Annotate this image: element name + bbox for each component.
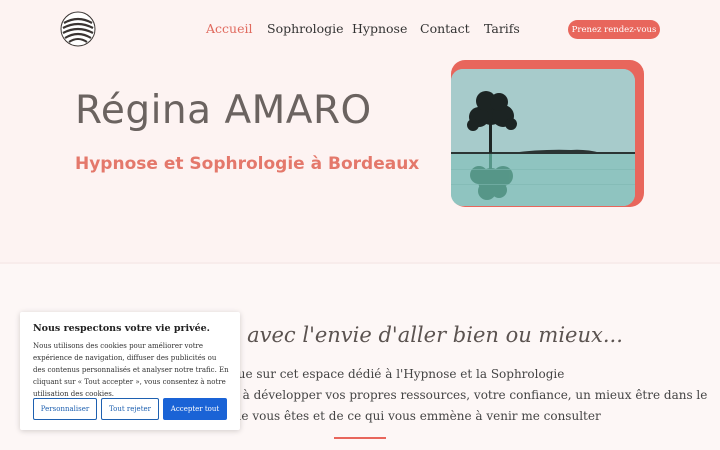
hero-title: Régina AMARO	[75, 88, 372, 133]
hero-image-tree	[451, 69, 635, 206]
intro-line-2: er à développer vos propres ressources, …	[226, 388, 708, 402]
cookie-consent-banner: Nous respectons votre vie privée. Nous u…	[20, 312, 240, 430]
cookie-buttons: Personnaliser Tout rejeter Accepter tout	[33, 398, 227, 420]
section-divider	[0, 262, 720, 264]
accept-all-button[interactable]: Accepter tout	[163, 398, 227, 420]
nav-item-accueil[interactable]: Accueil	[206, 21, 252, 36]
intro-line-3: que vous êtes et de ce qui vous emmène à…	[226, 409, 601, 423]
site-header: Accueil Sophrologie Hypnose Contact Tari…	[0, 0, 720, 58]
customize-button[interactable]: Personnaliser	[33, 398, 97, 420]
cookie-description: Nous utilisons des cookies pour améliore…	[33, 342, 229, 398]
nav-item-tarifs[interactable]: Tarifs	[484, 21, 520, 36]
logo-icon[interactable]	[60, 11, 96, 47]
accent-divider	[334, 437, 386, 439]
nav-item-sophrologie[interactable]: Sophrologie	[267, 21, 344, 36]
cookie-title: Nous respectons votre vie privée.	[33, 323, 210, 334]
intro-line-1: nue sur cet espace dédié à l'Hypnose et …	[230, 367, 565, 381]
intro-tagline: e avec l'envie d'aller bien ou mieux...	[228, 323, 623, 347]
nav-item-contact[interactable]: Contact	[420, 21, 470, 36]
hero-subtitle: Hypnose et Sophrologie à Bordeaux	[75, 154, 420, 174]
reject-all-button[interactable]: Tout rejeter	[101, 398, 159, 420]
appointment-button[interactable]: Prenez rendez-vous	[568, 20, 660, 39]
nav-item-hypnose[interactable]: Hypnose	[352, 21, 407, 36]
tree-reflection-icon	[451, 69, 635, 206]
